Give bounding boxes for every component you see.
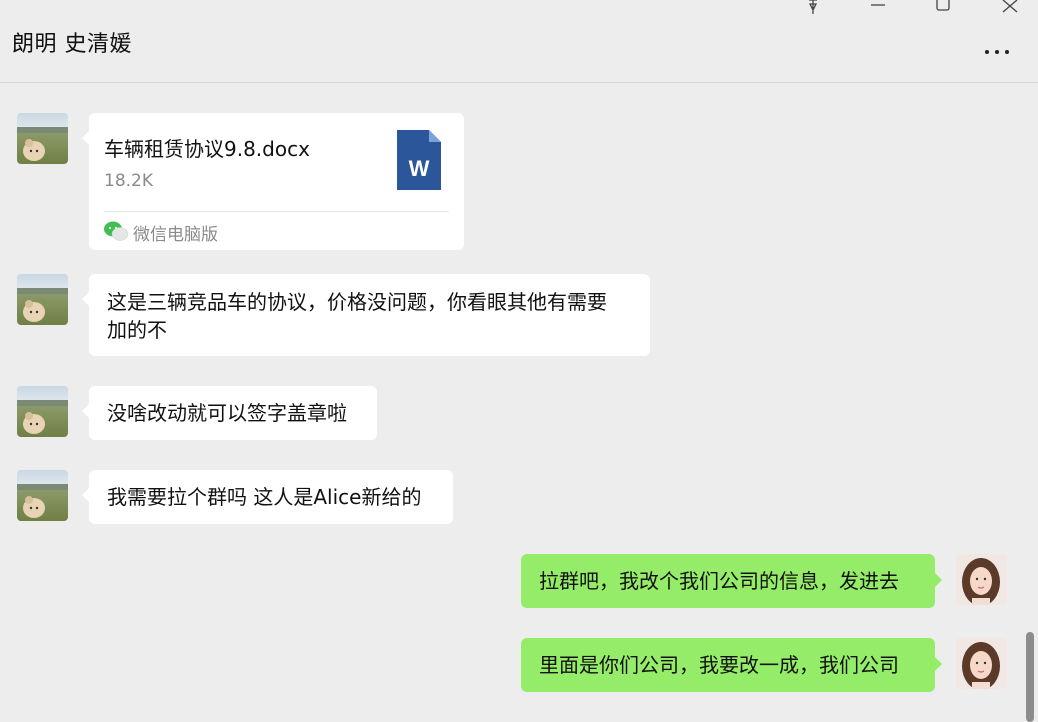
pin-icon <box>808 0 818 14</box>
message-bubble[interactable]: 没啥改动就可以签字盖章啦 <box>89 386 377 440</box>
message-bubble[interactable]: 我需要拉个群吗 这人是Alice新给的 <box>89 470 453 524</box>
message-text-line: 里面是你们公司，我要改一成，我们公司 <box>539 653 899 677</box>
self-avatar[interactable] <box>956 638 1007 689</box>
word-doc-icon: W <box>397 130 441 190</box>
file-name: 车辆租赁协议9.8.docx <box>104 137 310 161</box>
close-icon <box>1002 0 1018 13</box>
contact-avatar[interactable] <box>17 386 68 437</box>
more-icon <box>985 50 989 54</box>
file-message[interactable]: 车辆租赁协议9.8.docx 18.2K W 微信电脑版 <box>89 113 464 250</box>
bubble-tail <box>82 131 89 145</box>
contact-avatar[interactable] <box>17 113 68 164</box>
more-options-button[interactable] <box>982 40 1014 62</box>
message-text-line: 没啥改动就可以签字盖章啦 <box>107 401 347 425</box>
bubble-tail <box>82 488 89 502</box>
contact-avatar[interactable] <box>17 274 68 325</box>
svg-text:W: W <box>409 156 430 181</box>
message-text-line: 加的不 <box>107 318 167 342</box>
minimize-icon <box>871 4 885 6</box>
more-icon-dot <box>1005 50 1009 54</box>
self-avatar[interactable] <box>956 554 1007 605</box>
maximize-icon <box>936 0 950 11</box>
file-size: 18.2K <box>104 171 153 191</box>
file-source-label: 微信电脑版 <box>133 225 218 245</box>
scrollbar-thumb[interactable] <box>1026 632 1034 722</box>
message-bubble-self[interactable]: 拉群吧，我改个我们公司的信息，发进去 <box>521 554 935 608</box>
minimize-button[interactable] <box>863 0 893 14</box>
more-icon-dot <box>995 50 999 54</box>
message-text-line: 拉群吧，我改个我们公司的信息，发进去 <box>539 569 899 593</box>
bubble-tail <box>935 573 942 587</box>
bubble-tail <box>82 404 89 418</box>
close-button[interactable] <box>995 0 1025 14</box>
bubble-tail <box>82 292 89 306</box>
divider <box>104 211 449 212</box>
chat-title: 朗明 史清媛 <box>12 32 132 57</box>
maximize-button[interactable] <box>928 0 958 14</box>
contact-avatar[interactable] <box>17 470 68 521</box>
message-text-line: 我需要拉个群吗 这人是Alice新给的 <box>107 485 422 509</box>
message-bubble-self[interactable]: 里面是你们公司，我要改一成，我们公司 <box>521 638 935 692</box>
pin-button[interactable] <box>798 0 828 14</box>
bubble-tail <box>935 657 942 671</box>
message-bubble[interactable]: 这是三辆竞品车的协议，价格没问题，你看眼其他有需要 加的不 <box>89 274 650 356</box>
chat-header: 朗明 史清媛 <box>0 0 1038 83</box>
wechat-icon <box>104 221 129 241</box>
message-text-line: 这是三辆竞品车的协议，价格没问题，你看眼其他有需要 <box>107 290 607 314</box>
